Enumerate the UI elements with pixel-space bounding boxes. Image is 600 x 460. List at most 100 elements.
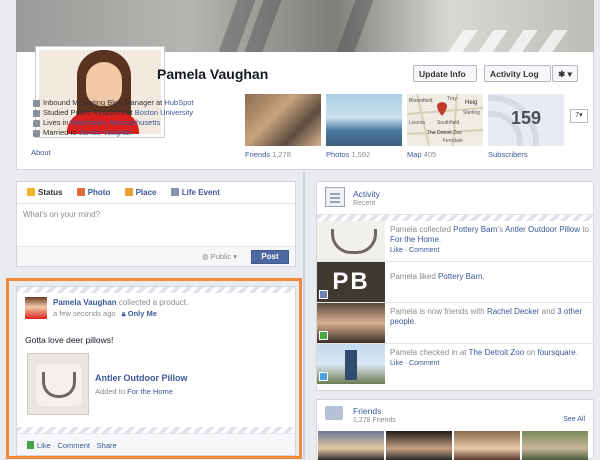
story-timestamp[interactable]: a few seconds ago xyxy=(53,309,116,318)
profile-name[interactable]: Pamela Vaughan xyxy=(157,66,268,82)
friends-title[interactable]: Friends xyxy=(353,406,381,416)
activity-box: Activity Recent Pamela collected Pottery… xyxy=(316,181,594,391)
comment-link[interactable]: Comment xyxy=(57,441,90,450)
map-label-bloomfield: Bloomfield xyxy=(409,98,433,104)
story-author[interactable]: Pamela Vaughan xyxy=(53,298,117,307)
product-added: Added to For the Home xyxy=(95,387,173,396)
spouse-link[interactable]: James Vaughan xyxy=(79,128,133,137)
map-label-sterling: Sterling xyxy=(463,110,480,116)
story-header: Pamela Vaughan collected a product. xyxy=(53,298,188,307)
collection-link[interactable]: For the Home xyxy=(127,387,173,396)
friend-badge-icon xyxy=(319,331,328,340)
friend-thumbnail[interactable] xyxy=(386,431,452,460)
map-tile-label[interactable]: Map 405 xyxy=(407,150,436,159)
friends-icon xyxy=(325,406,343,420)
lock-icon: 🔒︎ xyxy=(121,309,126,318)
activity-log-button[interactable]: Activity Log xyxy=(484,65,551,82)
activity-item: Pamela is now friends with Rachel Decker… xyxy=(317,303,593,344)
activity-item: Pamela collected Pottery Barn's Antler O… xyxy=(317,221,593,262)
activity-thumbnail[interactable] xyxy=(317,221,385,261)
privacy-selector[interactable]: ◍ Public ▾ xyxy=(202,252,237,261)
activity-subtitle: Recent xyxy=(353,200,376,207)
activity-link[interactable]: Rachel Decker xyxy=(487,307,539,316)
activity-like-comment[interactable]: Like · Comment xyxy=(390,359,590,369)
subscribers-tile-label[interactable]: Subscribers xyxy=(488,150,528,159)
subscribers-count: 159 xyxy=(510,108,542,128)
profile-info-list: Inbound Marketing Blog Manager at HubSpo… xyxy=(33,98,241,166)
info-location: Lives in Watertown, Massachusetts xyxy=(33,118,241,128)
activity-link[interactable]: Antler Outdoor Pillow xyxy=(505,225,580,234)
cover-photo xyxy=(16,0,594,52)
timeline-story: Pamela Vaughan collected a product. a fe… xyxy=(16,286,296,456)
graduation-cap-icon xyxy=(33,110,40,117)
map-tile[interactable]: Bloomfield Troy Heig Sterling Southfield… xyxy=(407,94,483,146)
like-icon xyxy=(27,441,34,449)
product-image[interactable] xyxy=(27,353,89,415)
life-event-icon xyxy=(170,188,179,196)
product-name[interactable]: Antler Outdoor Pillow xyxy=(95,373,188,383)
tab-status[interactable]: Status xyxy=(23,182,66,204)
briefcase-icon xyxy=(33,100,40,107)
story-top-hatch xyxy=(17,287,295,293)
story-meta: a few seconds ago 🔒︎ Only Me xyxy=(53,309,157,319)
gear-icon: ✱ ▾ xyxy=(558,69,572,79)
tab-photo[interactable]: Photo xyxy=(73,182,115,204)
friend-thumbnail[interactable] xyxy=(522,431,588,460)
about-link[interactable]: About xyxy=(31,148,51,157)
friends-box: Friends 1,278 Friends See All xyxy=(316,399,594,460)
map-label-troy: Troy xyxy=(447,96,457,102)
activity-title[interactable]: Activity xyxy=(353,189,380,199)
story-action: collected a product. xyxy=(118,298,189,307)
activity-link[interactable]: foursquare xyxy=(538,348,576,357)
location-link[interactable]: Watertown, Massachusetts xyxy=(71,118,161,127)
activity-link[interactable]: Pottery Barn xyxy=(453,225,497,234)
avatar[interactable] xyxy=(25,297,47,319)
info-relationship: Married to James Vaughan xyxy=(33,128,241,138)
see-all-link[interactable]: See All xyxy=(563,416,585,423)
settings-gear-button[interactable]: ✱ ▾ xyxy=(552,65,578,82)
more-tiles-button[interactable]: 7▾ xyxy=(570,109,588,123)
tab-place[interactable]: Place xyxy=(121,182,161,204)
education-link[interactable]: Boston University xyxy=(135,108,193,117)
photos-tile-label[interactable]: Photos 1,592 xyxy=(326,150,370,159)
friend-thumbnail[interactable] xyxy=(318,431,384,460)
map-label-heights: Heig xyxy=(465,100,477,106)
status-input[interactable]: What's on your mind? xyxy=(23,210,289,219)
like-badge-icon xyxy=(319,290,328,299)
audience-selector[interactable]: 🔒︎ Only Me xyxy=(122,309,157,318)
heart-icon xyxy=(33,130,40,137)
photos-tile[interactable] xyxy=(326,94,402,146)
composer-footer: ◍ Public ▾ Post xyxy=(17,246,295,266)
activity-link[interactable]: The Detroit Zoo xyxy=(469,348,525,357)
activity-link[interactable]: For the Home xyxy=(390,235,439,244)
map-label-livonia: Livonia xyxy=(409,120,425,126)
composer-tabs: Status Photo Place Life Event xyxy=(17,182,295,204)
timeline-spine xyxy=(303,172,305,459)
friends-tile[interactable] xyxy=(245,94,321,146)
activity-item: Pamela checked in at The Detroit Zoo on … xyxy=(317,344,593,385)
activity-item: PB Pamela liked Pottery Barn. xyxy=(317,262,593,303)
status-icon xyxy=(27,188,35,196)
post-button[interactable]: Post xyxy=(251,250,289,264)
activity-like-comment[interactable]: Like · Comment xyxy=(390,246,590,256)
friends-tile-label[interactable]: Friends 1,278 xyxy=(245,150,291,159)
chevron-down-icon: ▾ xyxy=(233,252,237,261)
map-label-ferndale: Ferndale xyxy=(443,138,463,144)
profile-header: Pamela Vaughan Update Info Activity Log … xyxy=(16,46,594,170)
activity-link[interactable]: Pottery Barn xyxy=(438,272,482,281)
story-text: Gotta love deer pillows! xyxy=(25,335,114,345)
subscribers-tile[interactable]: 159 xyxy=(488,94,564,146)
tab-life-event[interactable]: Life Event xyxy=(167,182,224,204)
status-composer: Status Photo Place Life Event What's on … xyxy=(16,181,296,267)
activity-header: Activity Recent xyxy=(317,182,593,215)
share-link[interactable]: Share xyxy=(97,441,117,450)
map-label-detroit-zoo: The Detroit Zoo xyxy=(427,130,462,136)
work-link[interactable]: HubSpot xyxy=(164,98,193,107)
update-info-button[interactable]: Update Info xyxy=(413,65,477,82)
friends-count: 1,278 Friends xyxy=(353,417,396,424)
photo-icon xyxy=(76,188,85,196)
info-education: Studied Public Relations at Boston Unive… xyxy=(33,108,241,118)
friend-thumbnail[interactable] xyxy=(454,431,520,460)
like-link[interactable]: Like xyxy=(37,441,51,450)
map-graphic: Bloomfield Troy Heig Sterling Southfield… xyxy=(407,94,483,146)
